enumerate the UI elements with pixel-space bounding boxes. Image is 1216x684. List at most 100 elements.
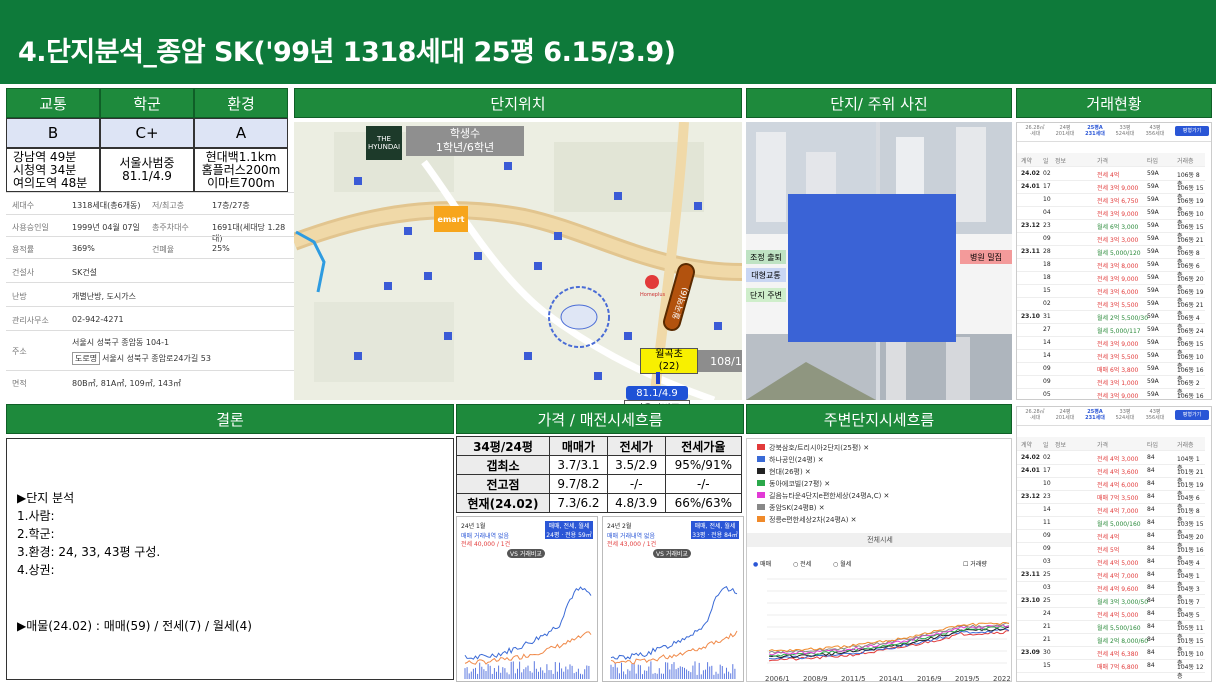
trade-tab[interactable]: 43평 356세대 [1141,125,1169,137]
table-row[interactable]: 24.01 17 전세 4억 3,600 84 101동 21층 [1017,464,1205,485]
table-row[interactable]: 23.11 28 월세 5,000/120 59A 106동 8층 [1017,245,1205,266]
volume-toggle[interactable]: ☐ 거래량 [963,559,987,568]
table-row[interactable]: 09 전세 4억 84 104동 20층 [1017,529,1205,550]
table-row[interactable]: 23.12 23 매매 7억 3,500 84 104동 6층 [1017,490,1205,511]
table-row[interactable]: 05 전세 3억 9,000 59A 106동 16층 [1017,388,1205,399]
trade-tab[interactable]: 25평A 231세대 [1081,409,1109,421]
legend-item[interactable]: 종암SK(24평B) ✕ [757,503,825,513]
table-row[interactable]: 23.12 23 월세 6억 3,000 59A 106동 15층 [1017,219,1205,240]
table-cell: 59A [1147,248,1159,255]
legend-item[interactable]: 길음뉴타운4단지e편한세상(24평A,C) ✕ [757,491,889,501]
legend-swatch [757,456,765,462]
trade-head-cell: 일 [1043,158,1049,165]
legend-item[interactable]: 현대(26평) ✕ [757,467,811,477]
info-row: 사용승인일 1999년 04월 07일 총주차대수 1691대(세대당 1.28… [6,214,294,243]
mini-chart-badge: 매매, 전세, 월세 24평 · 전용 59㎡ [545,521,593,539]
table-row[interactable]: 18 전세 3억 8,000 59A 106동 6층 [1017,258,1205,279]
table-row[interactable]: 09 매매 6억 3,800 59A 106동 16층 [1017,362,1205,383]
trade-tab[interactable]: 26.28㎡ ·세대 [1021,125,1049,137]
option-sale[interactable]: ● 매매 [753,559,771,568]
go-size-button[interactable]: 평형가기 [1175,410,1209,420]
trade-panel-1[interactable]: 26.28㎡ ·세대 24평 201세대 25평A 231세대 33평 524세대 43… [1016,122,1212,400]
trade-panel-2[interactable]: 26.28㎡ ·세대 24평 201세대 25평A 231세대 33평 524세대 43… [1016,406,1212,682]
trade-tab[interactable]: 24평 201세대 [1051,125,1079,137]
table-row[interactable]: 10 전세 4억 6,000 84 101동 19층 [1017,477,1205,498]
legend-item[interactable]: 동아에코빌(27평) ✕ [757,479,830,489]
trade-tabs: 26.28㎡ ·세대 24평 201세대 25평A 231세대 33평 524세대 43… [1017,407,1211,426]
trade-tab[interactable]: 24평 201세대 [1051,409,1079,421]
table-row[interactable]: 09 전세 3억 3,000 59A 106동 21층 [1017,232,1205,253]
table-cell: 59A [1147,339,1159,346]
nearby-legend: 강북삼호/트리시아2단지(25평) ✕ 하나공인(24평) ✕ 현대(26평) ✕ 동… [757,441,1007,531]
table-row[interactable]: 09 전세 3억 1,000 59A 106동 2층 [1017,375,1205,396]
info-key: 건폐율 [152,245,175,254]
trade-tab[interactable]: 26.28㎡ ·세대 [1021,409,1049,421]
table-cell: 21 [1043,636,1051,643]
traffic-detail: 강남역 49분 시청역 34분 여의도역 48분 [6,148,100,192]
go-size-button[interactable]: 평형가기 [1175,126,1209,136]
header-price: 가격 / 매전시세흐름 [456,404,744,434]
legend-label: 강북삼호/트리시아2단지(25평) ✕ [769,444,870,452]
grade-env: A [194,118,288,148]
table-row[interactable]: 18 전세 3억 9,000 59A 106동 20층 [1017,271,1205,292]
table-row[interactable]: 03 전세 4억 9,600 84 104동 3층 [1017,581,1205,602]
nearby-panel: 강북삼호/트리시아2단지(25평) ✕ 하나공인(24평) ✕ 현대(26평) ✕ 동… [746,438,1012,682]
info-value: 서울시 성북구 종암로24가길 53 [102,354,211,363]
info-key: 면적 [12,379,27,388]
table-cell: 03 [1043,584,1051,591]
legend-item[interactable]: 강북삼호/트리시아2단지(25평) ✕ [757,443,869,453]
compare-button[interactable]: VS 거래비교 [653,549,691,558]
table-row[interactable]: 24.02 02 전세 4억 3,000 84 104동 1층 [1017,451,1205,472]
table-row[interactable]: 14 전세 3억 9,000 59A 106동 15층 [1017,336,1205,357]
table-cell: 전세 4억 3,000 [1097,456,1139,463]
table-cell: 23.09 [1021,649,1040,656]
table-row[interactable]: 24.02 02 전세 4억 59A 106동 8층 [1017,167,1205,188]
table-row[interactable]: 24 전세 4억 5,000 84 104동 5층 [1017,607,1205,628]
x-tick-label: 2019/5 [955,675,980,682]
trade-tab[interactable]: 43평 356세대 [1141,409,1169,421]
table-row[interactable]: 02 전세 3억 5,500 59A 106동 21층 [1017,297,1205,318]
trade-tab[interactable]: 33평 524세대 [1111,125,1139,137]
info-value: 서울시 성북구 종암동 104-1 [72,338,170,347]
table-row[interactable]: 04 전세 3억 9,000 59A 106동 10층 [1017,206,1205,227]
legend-swatch [757,480,765,486]
table-row[interactable]: 21 월세 2억 8,000/60 84 101동 15층 [1017,633,1205,654]
trade-tab[interactable]: 33평 524세대 [1111,409,1139,421]
info-row: 관리사무소 02-942-4271 [6,306,294,331]
table-cell: 전세 3억 6,750 [1097,198,1139,205]
table-row[interactable]: 09 전세 5억 84 101동 16층 [1017,542,1205,563]
option-monthly[interactable]: ○ 월세 [833,559,851,568]
table-row[interactable]: 23.09 30 전세 4억 6,380 84 101동 10층 [1017,646,1205,667]
emart-marker[interactable]: emart [434,206,468,232]
legend-item[interactable]: 정릉e편한세상2차(24평A) ✕ [757,515,857,525]
table-row[interactable]: 24.01 17 전세 3억 9,000 59A 106동 15층 [1017,180,1205,201]
table-cell: 09 [1043,532,1051,539]
table-cell: 09 [1043,365,1051,372]
table-row[interactable]: 23.10 25 월세 3억 3,000/50 84 101동 7층 [1017,594,1205,615]
price-cell: 3.5/2.9 [606,455,666,475]
table-row[interactable]: 11 월세 5,000/160 84 103동 15층 [1017,516,1205,537]
homeplus-label: Homeplus [640,292,666,298]
location-map[interactable]: THE HYUNDAI 학생수 1학년/6학년 emart Homeplus 월… [294,122,742,400]
table-row[interactable]: 14 전세 4억 7,000 84 101동 8층 [1017,503,1205,524]
table-row[interactable]: 27 월세 5,000/117 59A 106동 24층 [1017,323,1205,344]
table-row[interactable]: 10 전세 3억 6,750 59A 106동 19층 [1017,193,1205,214]
table-row[interactable]: 15 매매 7억 6,800 84 104동 12층 [1017,659,1205,680]
table-row[interactable]: 03 전세 4억 5,000 84 104동 4층 [1017,555,1205,576]
price-cell: -/- [664,474,743,494]
school1-marker[interactable]: 월곡초 (22) [640,348,698,374]
table-row[interactable]: 15 전세 3억 6,000 59A 106동 19층 [1017,284,1205,305]
table-row[interactable]: 14 전세 3억 5,500 59A 106동 10층 [1017,349,1205,370]
price-cell: 갭최소 [455,455,551,475]
table-row[interactable]: 21 월세 5,500/160 84 105동 11층 [1017,620,1205,641]
table-row[interactable]: 23.11 25 전세 4억 7,000 84 104동 1층 [1017,568,1205,589]
trade-tab[interactable]: 25평A 231세대 [1081,125,1109,137]
table-row[interactable]: 23.10 31 월세 2억 5,500/30 59A 106동 4층 [1017,310,1205,331]
table-cell: 23.12 [1021,493,1040,500]
mini-chart-badge: 매매, 전세, 월세 33평 · 전용 84㎡ [691,521,739,539]
info-row: 면적 80B㎡, 81A㎡, 109㎡, 143㎡ [6,370,294,393]
compare-button[interactable]: VS 거래비교 [507,549,545,558]
option-jeonse[interactable]: ○ 전세 [793,559,811,568]
legend-item[interactable]: 하나공인(24평) ✕ [757,455,824,465]
table-cell: 31 [1043,313,1051,320]
